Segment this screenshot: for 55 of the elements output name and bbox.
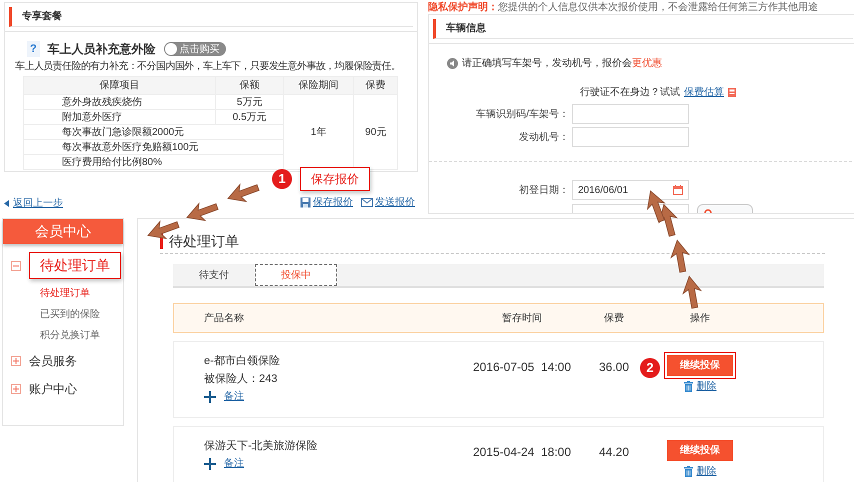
column-header: 保额	[216, 76, 284, 94]
help-icon[interactable]: ?	[27, 40, 40, 58]
sidebar-title: 会员中心	[3, 219, 123, 244]
column-header: 保障项目	[24, 76, 216, 94]
column-header: 保费	[354, 76, 398, 94]
sidebar-item[interactable]: 积分兑换订单	[11, 325, 123, 346]
field-label: 初登日期：	[518, 184, 569, 198]
table-cell: 每次事故意外医疗免赔额100元	[24, 140, 284, 154]
continue-button[interactable]: 继续投保	[667, 440, 733, 461]
tab[interactable]: 投保中	[255, 264, 337, 286]
description: 车上人员责任险的有力补充：不分国内国外，车上车下，只要发生意外事故，均履保险责任。	[14, 60, 402, 74]
column-header: 保费	[603, 312, 625, 326]
send-quote-link[interactable]: 发送报价	[375, 195, 415, 210]
sidebar-item[interactable]: 已买到的保险	[11, 304, 123, 325]
table-cell: 0.5万元	[216, 110, 284, 124]
sidebar-group[interactable]: 待处理订单	[29, 252, 121, 279]
panel-title: 专享套餐	[9, 7, 413, 27]
save-quote-link[interactable]: 保存报价	[313, 195, 353, 210]
hint-text: 行驶证不在身边？试试	[580, 86, 680, 100]
step-number: 1	[272, 169, 292, 189]
product-name: 保游天下-北美旅游保险	[204, 438, 319, 454]
order-time: 2015-04-24 18:00	[472, 444, 572, 461]
privacy-notice: 隐私保护声明：您提供的个人信息仅供本次报价使用，不会泄露给任何第三方作其他用途	[428, 0, 818, 15]
table-cell: 附加意外医疗	[24, 110, 216, 124]
field-label: 车辆识别码/车架号：	[475, 108, 569, 122]
step-number: 2	[640, 358, 660, 378]
buy-toggle[interactable]: 点击购买	[164, 42, 226, 56]
sidebar-group[interactable]: 会员服务	[29, 352, 77, 370]
sidebar-item[interactable]: 待处理订单	[11, 283, 123, 304]
column-header: 暂存时间	[501, 312, 543, 326]
column-header: 产品名称	[203, 312, 245, 326]
table-cell: 意外身故残疾烧伤	[24, 94, 216, 110]
note-link[interactable]: 备注	[224, 388, 244, 406]
back-link[interactable]: 返回上一步	[13, 196, 63, 211]
tab[interactable]: 待支付	[173, 264, 255, 286]
panel-title: 车辆信息	[433, 19, 853, 39]
product-title: 车上人员补充意外险	[48, 41, 156, 58]
column-header: 保险期间	[283, 76, 354, 94]
order-premium: 44.20	[598, 444, 630, 461]
note-link[interactable]: 备注	[224, 455, 244, 473]
product-name: e-都市白领保险	[204, 354, 281, 369]
continue-button[interactable]: 继续投保	[667, 355, 733, 376]
delete-link[interactable]: 删除	[696, 379, 716, 394]
delete-link[interactable]: 删除	[696, 464, 716, 479]
notice-text: 请正确填写车架号，发动机号，报价会更优惠	[462, 56, 662, 71]
field-label: 发动机号：	[518, 130, 569, 144]
column-header: 操作	[689, 312, 711, 326]
table-cell: 5万元	[216, 94, 284, 110]
insured-text: 被保险人：243	[204, 372, 278, 387]
input-field[interactable]: 2016/06/01	[572, 180, 689, 200]
sidebar-group[interactable]: 账户中心	[29, 380, 77, 398]
estimate-link[interactable]: 保费估算	[684, 85, 724, 100]
table-cell: 每次事故门急诊限额2000元	[24, 124, 284, 140]
order-time: 2016-07-05 14:00	[472, 359, 572, 376]
callout-label: 保存报价	[300, 167, 370, 191]
